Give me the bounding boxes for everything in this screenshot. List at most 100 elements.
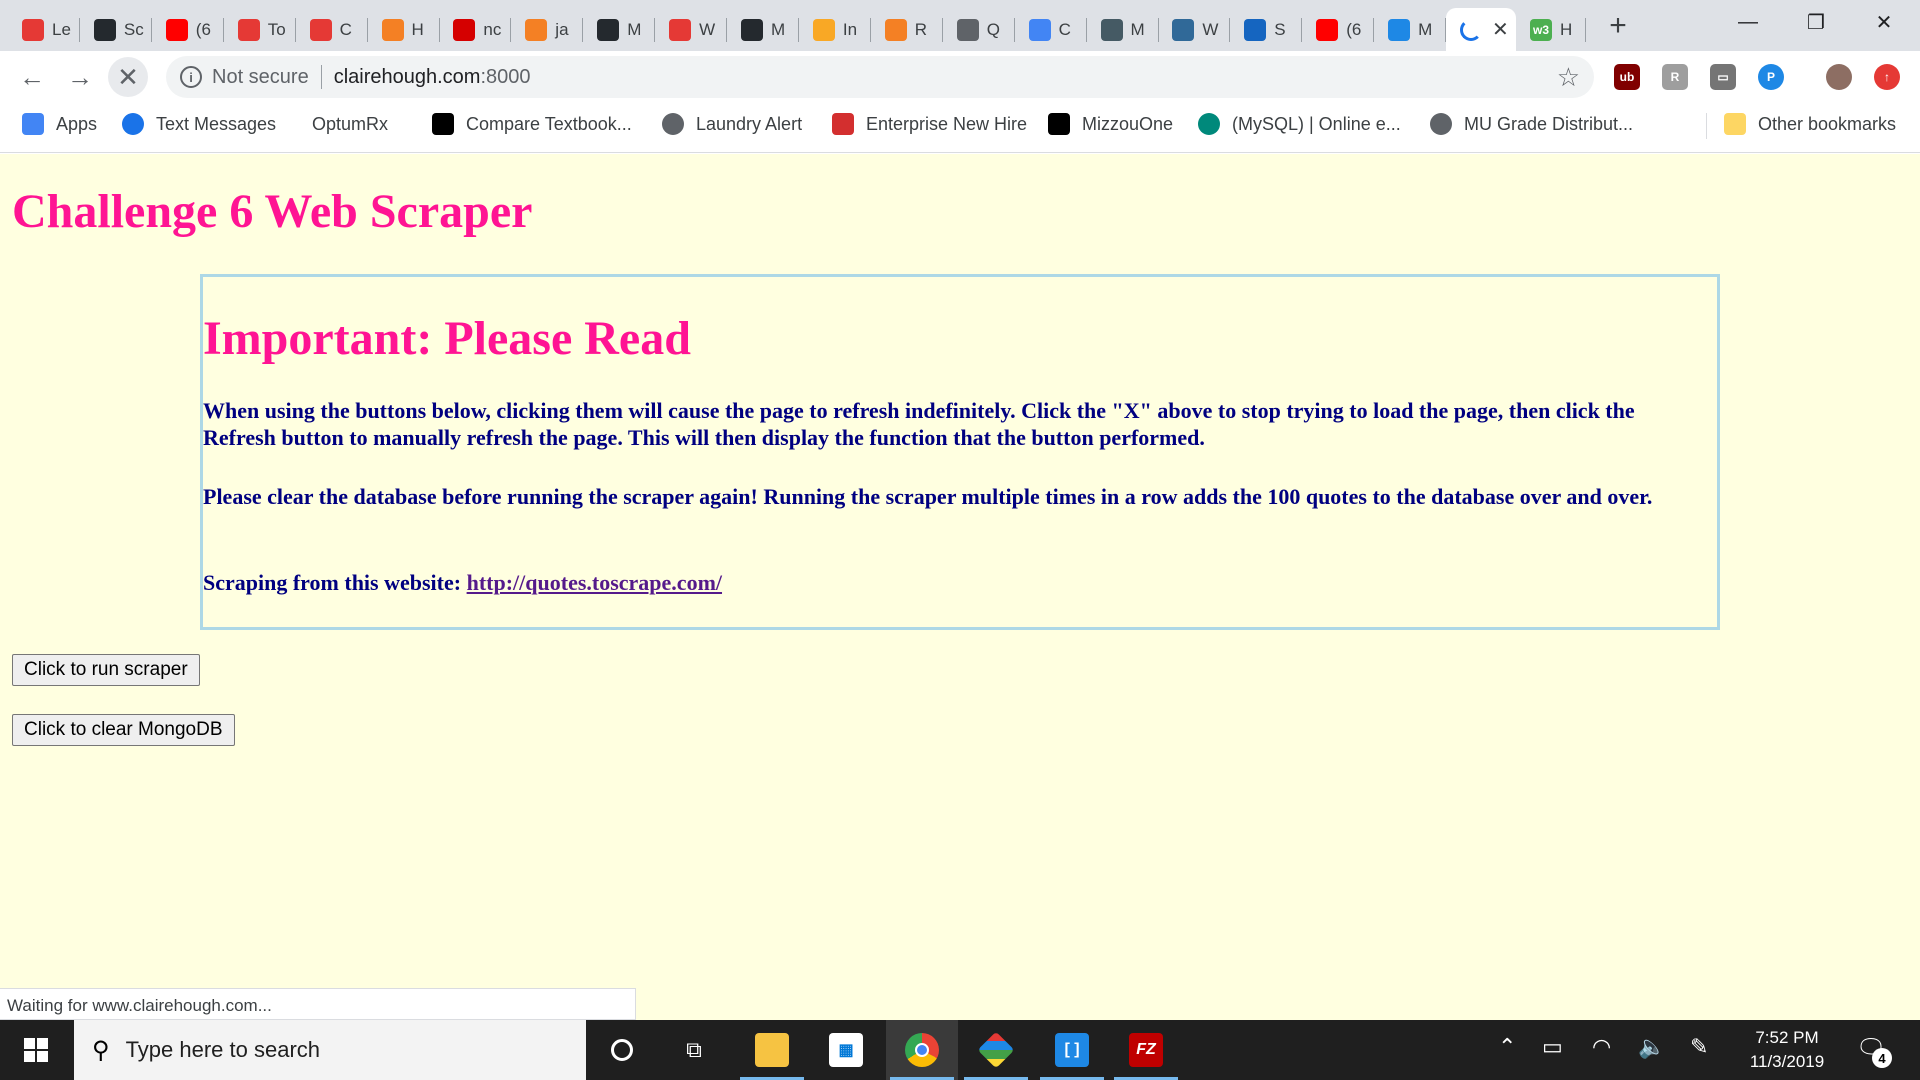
- forward-button[interactable]: →: [60, 57, 100, 97]
- tab[interactable]: C: [1015, 8, 1087, 51]
- bookmark-item[interactable]: OptumRx: [312, 103, 388, 145]
- tab[interactable]: R: [871, 8, 943, 51]
- clear-mongodb-button[interactable]: Click to clear MongoDB: [12, 714, 235, 746]
- bookmark-item[interactable]: MizzouOne: [1048, 103, 1173, 145]
- taskbar-search[interactable]: ⚲ Type here to search: [74, 1020, 586, 1080]
- stackoverflow-icon: [525, 18, 548, 41]
- asterisk-red-icon: [237, 18, 260, 41]
- bookmark-other[interactable]: Other bookmarks: [1724, 103, 1896, 145]
- bookmark-label: OptumRx: [312, 113, 389, 134]
- update-icon[interactable]: ↑: [1874, 64, 1900, 90]
- tab-title: M: [1130, 19, 1145, 39]
- tab-title: Sc: [123, 19, 144, 39]
- tab[interactable]: nc: [439, 8, 512, 51]
- diamond-icon: [1100, 18, 1123, 41]
- tab[interactable]: w3 H: [1516, 8, 1586, 51]
- diamond-app-icon: [977, 1031, 1015, 1069]
- mysql-c-icon: [1198, 113, 1220, 135]
- tab[interactable]: W: [1158, 8, 1231, 51]
- url-port: :8000: [480, 65, 531, 88]
- tab-title: (6: [195, 19, 211, 39]
- tab[interactable]: S: [1230, 8, 1303, 51]
- tab[interactable]: M: [1374, 8, 1447, 51]
- task-view-button[interactable]: ⧉: [658, 1020, 730, 1080]
- tab[interactable]: C: [296, 8, 368, 51]
- bookmark-item[interactable]: Laundry Alert: [662, 103, 802, 145]
- volume-icon[interactable]: 🔈: [1638, 1034, 1665, 1060]
- tab[interactable]: ja: [511, 8, 584, 51]
- close-window-button[interactable]: ✕: [1850, 0, 1918, 44]
- taskbar-file-explorer[interactable]: [736, 1020, 808, 1080]
- tab[interactable]: Sc: [80, 8, 152, 51]
- youtube-icon: [165, 18, 188, 41]
- tab-title: W: [1202, 19, 1219, 39]
- chevron-up-icon[interactable]: ⌃: [1498, 1034, 1516, 1060]
- bookmark-item[interactable]: Apps: [22, 103, 97, 145]
- asterisk-red-icon: [669, 18, 692, 41]
- new-tab-button[interactable]: +: [1600, 8, 1636, 44]
- bookmark-label: MizzouOne: [1082, 113, 1174, 134]
- tab[interactable]: In: [799, 8, 871, 51]
- tab-active[interactable]: ✕: [1446, 8, 1516, 51]
- restore-button[interactable]: ❐: [1782, 0, 1850, 44]
- address-bar[interactable]: i Not secure clairehough.com :8000 ☆: [166, 56, 1594, 98]
- run-scraper-button[interactable]: Click to run scraper: [12, 654, 200, 686]
- tab[interactable]: M: [727, 8, 799, 51]
- bookmark-label: MU Grade Distribut...: [1464, 113, 1634, 134]
- tab[interactable]: (6: [1302, 8, 1375, 51]
- tab[interactable]: M: [583, 8, 656, 51]
- tab[interactable]: H: [368, 8, 440, 51]
- bookmark-item[interactable]: MU Grade Distribut...: [1430, 103, 1633, 145]
- ublock-icon[interactable]: ub: [1614, 64, 1640, 90]
- cast-icon[interactable]: ▭: [1710, 64, 1736, 90]
- bookmark-item[interactable]: Text Messages: [122, 103, 276, 145]
- clock-date: 11/3/2019: [1749, 1052, 1825, 1071]
- globe-icon: [1430, 113, 1452, 135]
- bookmark-item[interactable]: Enterprise New Hire: [832, 103, 1027, 145]
- close-icon[interactable]: ✕: [1492, 17, 1509, 42]
- tab[interactable]: To: [224, 8, 296, 51]
- status-bubble: Waiting for www.clairehough.com...: [0, 988, 636, 1020]
- globe-icon: [956, 18, 979, 41]
- folder-icon: [755, 1033, 789, 1067]
- tab-title: ja: [555, 19, 569, 39]
- tab[interactable]: Q: [943, 8, 1015, 51]
- github-icon: [93, 18, 116, 41]
- pen-icon[interactable]: ✎: [1690, 1034, 1708, 1060]
- tab-strip: Le Sc (6 To C Hnc ja M W M In R Q C M W S (6 M ✕ w3 H + — …: [0, 0, 1920, 51]
- bookmark-star-icon[interactable]: ☆: [1557, 62, 1580, 93]
- bookmark-item[interactable]: Compare Textbook...: [432, 103, 632, 145]
- clock[interactable]: 7:52 PM 11/3/2019: [1726, 1026, 1848, 1074]
- wifi-icon[interactable]: ◠: [1592, 1034, 1611, 1060]
- start-button[interactable]: [0, 1020, 72, 1080]
- cortana-button[interactable]: [586, 1020, 658, 1080]
- stop-loading-button[interactable]: ✕: [108, 57, 148, 97]
- mizzou-icon: [1048, 113, 1070, 135]
- docs-icon: [1028, 18, 1051, 41]
- extension-icon[interactable]: R: [1662, 64, 1688, 90]
- taskbar-app-bracket[interactable]: [ ]: [1036, 1020, 1108, 1080]
- back-button[interactable]: ←: [12, 57, 52, 97]
- source-link[interactable]: http://quotes.toscrape.com/: [467, 570, 722, 595]
- tab[interactable]: W: [655, 8, 728, 51]
- tab-title: To: [267, 19, 286, 39]
- battery-icon[interactable]: ▭: [1542, 1034, 1563, 1060]
- taskbar-app-diamond[interactable]: [960, 1020, 1032, 1080]
- tab[interactable]: M: [1087, 8, 1159, 51]
- bookmark-item[interactable]: (MySQL) | Online e...: [1198, 103, 1401, 145]
- tab[interactable]: (6: [152, 8, 224, 51]
- tab[interactable]: Le: [8, 8, 80, 51]
- taskbar-chrome[interactable]: [886, 1020, 958, 1080]
- tab-title: Le: [52, 19, 71, 39]
- windows-icon: [24, 1038, 48, 1062]
- avatar[interactable]: [1826, 64, 1852, 90]
- minimize-button[interactable]: —: [1714, 0, 1782, 44]
- action-center-button[interactable]: 🗨 4: [1856, 1034, 1892, 1068]
- apps-grid-icon: [22, 113, 44, 135]
- info-icon[interactable]: i: [180, 66, 202, 88]
- bookmark-label: Apps: [56, 113, 98, 134]
- taskbar-store[interactable]: ▦: [810, 1020, 882, 1080]
- taskbar-filezilla[interactable]: FZ: [1110, 1020, 1182, 1080]
- extension-blue-icon[interactable]: P: [1758, 64, 1784, 90]
- bookmark-label: Other bookmarks: [1758, 113, 1897, 134]
